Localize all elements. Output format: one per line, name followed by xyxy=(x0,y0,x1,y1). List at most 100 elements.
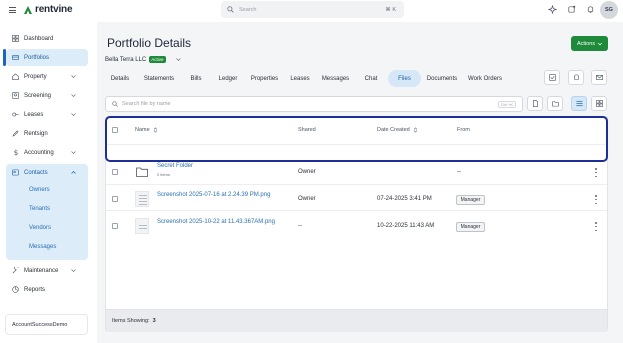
sparkle-icon[interactable] xyxy=(548,5,557,14)
bell-icon[interactable] xyxy=(586,5,595,14)
file-search-input[interactable]: Search file by name Ctrl +K xyxy=(105,96,523,112)
sidebar-item-reports[interactable]: Reports xyxy=(6,281,88,298)
leases-icon xyxy=(12,112,19,117)
sidebar-item-rentsign[interactable]: Rentsign xyxy=(6,125,88,142)
header-divider xyxy=(106,144,607,145)
tab-chat[interactable]: Chat xyxy=(361,70,381,87)
account-switcher[interactable]: AccountSuccessDemo xyxy=(5,314,88,335)
sidebar-subitem-owners[interactable]: Owners xyxy=(29,187,50,193)
checklist-button[interactable] xyxy=(544,70,560,85)
date-created-value: 07-24-2025 3:41 PM xyxy=(377,196,432,202)
file-name-link[interactable]: Screenshot 2025-10-22 at 11.43.367AM.png xyxy=(157,219,275,225)
from-badge[interactable]: Manager xyxy=(456,195,485,205)
hamburger-menu-icon[interactable] xyxy=(9,7,16,13)
row-menu-icon[interactable] xyxy=(595,222,597,231)
image-thumbnail xyxy=(135,191,149,207)
sidebar-item-label: Screening xyxy=(24,92,52,99)
entity-selector[interactable]: Bella Terra LLC Active xyxy=(105,56,181,63)
sidebar-item-leases[interactable]: Leases xyxy=(6,106,88,123)
new-folder-button[interactable] xyxy=(547,96,563,111)
date-created-value: 10-22-2025 11:43 AM xyxy=(377,223,435,229)
dashboard-icon xyxy=(12,35,19,42)
sidebar-item-label: Rentsign xyxy=(24,130,48,137)
user-avatar[interactable]: SG xyxy=(600,1,618,19)
tab-files[interactable]: Files xyxy=(388,70,421,87)
column-label: Name xyxy=(135,127,150,133)
file-name-link[interactable]: Secret Folder xyxy=(157,163,193,169)
chevron-down-icon xyxy=(71,151,76,154)
items-count: 3 xyxy=(152,318,156,324)
tab-documents[interactable]: Documents xyxy=(425,70,459,87)
items-showing-label: Items Showing: xyxy=(112,318,150,324)
tab-leases[interactable]: Leases xyxy=(288,70,312,87)
row-divider xyxy=(106,184,607,185)
tab-ledger[interactable]: Ledger xyxy=(215,70,241,87)
app-name: rentvine xyxy=(35,4,73,15)
upload-file-button[interactable] xyxy=(527,96,543,111)
select-all-checkbox[interactable] xyxy=(112,127,118,133)
row-checkbox[interactable] xyxy=(112,169,118,175)
file-name-link[interactable]: Screenshot 2025-07-16 at 2.24.39 PM.png xyxy=(157,192,270,198)
sidebar-subitem-vendors[interactable]: Vendors xyxy=(29,225,51,231)
sidebar-item-property[interactable]: Property xyxy=(6,68,88,85)
column-label: Shared xyxy=(298,127,316,133)
sidebar-item-label: Maintenance xyxy=(24,267,59,274)
folder-item-count: 0 items xyxy=(157,172,170,177)
contacts-icon xyxy=(12,169,19,176)
chevron-down-icon xyxy=(71,269,76,272)
sidebar-item-accounting[interactable]: $ Accounting xyxy=(6,144,88,161)
image-thumbnail xyxy=(135,218,149,234)
column-label: Date Created xyxy=(377,127,410,133)
sidebar-item-contacts[interactable]: Contacts xyxy=(6,164,88,181)
column-header-shared: Shared xyxy=(298,127,316,133)
portfolio-icon xyxy=(12,55,19,60)
chevron-down-icon xyxy=(71,75,76,78)
sidebar-subitem-tenants[interactable]: Tenants xyxy=(29,206,50,212)
column-header-from: From xyxy=(457,127,470,133)
file-search-placeholder: Search file by name xyxy=(122,101,171,107)
rentvine-leaf-icon xyxy=(24,5,32,14)
sidebar-item-maintenance[interactable]: Maintenance xyxy=(6,262,88,279)
list-view-button[interactable] xyxy=(571,96,587,111)
search-shortcut: ⌘ K xyxy=(385,6,396,13)
screening-icon xyxy=(12,92,19,99)
row-checkbox[interactable] xyxy=(112,196,118,202)
shared-value: Owner xyxy=(298,196,316,202)
entity-name: Bella Terra LLC xyxy=(105,56,147,63)
notifications-icon[interactable] xyxy=(567,5,576,14)
tab-details[interactable]: Details xyxy=(106,70,134,87)
column-header-date-created[interactable]: Date Created xyxy=(377,127,418,133)
tab-work-orders[interactable]: Work Orders xyxy=(465,70,505,87)
sidebar-subitem-messages[interactable]: Messages xyxy=(29,244,56,250)
actions-button[interactable]: Actions xyxy=(571,36,608,51)
tab-statements[interactable]: Statements xyxy=(140,70,178,87)
sidebar-item-dashboard[interactable]: Dashboard xyxy=(6,30,88,47)
alerts-button[interactable] xyxy=(568,70,584,85)
column-label: From xyxy=(457,127,470,133)
tab-bills[interactable]: Bills xyxy=(186,70,206,87)
sidebar-item-portfolios[interactable]: Portfolios xyxy=(3,49,88,66)
files-table: Name Shared Date Created From Secret Fol… xyxy=(105,116,608,332)
check-square-icon xyxy=(548,74,556,81)
sidebar-item-label: Portfolios xyxy=(24,54,50,61)
property-icon xyxy=(12,73,19,80)
status-badge: Active xyxy=(149,56,166,63)
from-badge[interactable]: Manager xyxy=(456,222,485,232)
chevron-down-icon xyxy=(175,58,181,61)
app-logo[interactable]: rentvine xyxy=(23,4,73,15)
sidebar-item-screening[interactable]: Screening xyxy=(6,87,88,104)
chevron-down-icon xyxy=(598,42,602,46)
wrench-icon xyxy=(12,267,19,274)
sidebar-item-label: Dashboard xyxy=(24,35,54,42)
sort-icon xyxy=(413,127,417,133)
row-menu-icon[interactable] xyxy=(595,168,597,177)
row-menu-icon[interactable] xyxy=(595,195,597,204)
tab-messages[interactable]: Messages xyxy=(319,70,352,87)
row-checkbox[interactable] xyxy=(112,223,118,229)
tab-properties[interactable]: Properties xyxy=(247,70,282,87)
search-icon xyxy=(227,6,234,13)
email-button[interactable] xyxy=(591,70,607,85)
column-header-name[interactable]: Name xyxy=(135,127,158,133)
grid-view-button[interactable] xyxy=(591,96,607,111)
global-search-input[interactable]: Search ⌘ K xyxy=(221,1,404,18)
